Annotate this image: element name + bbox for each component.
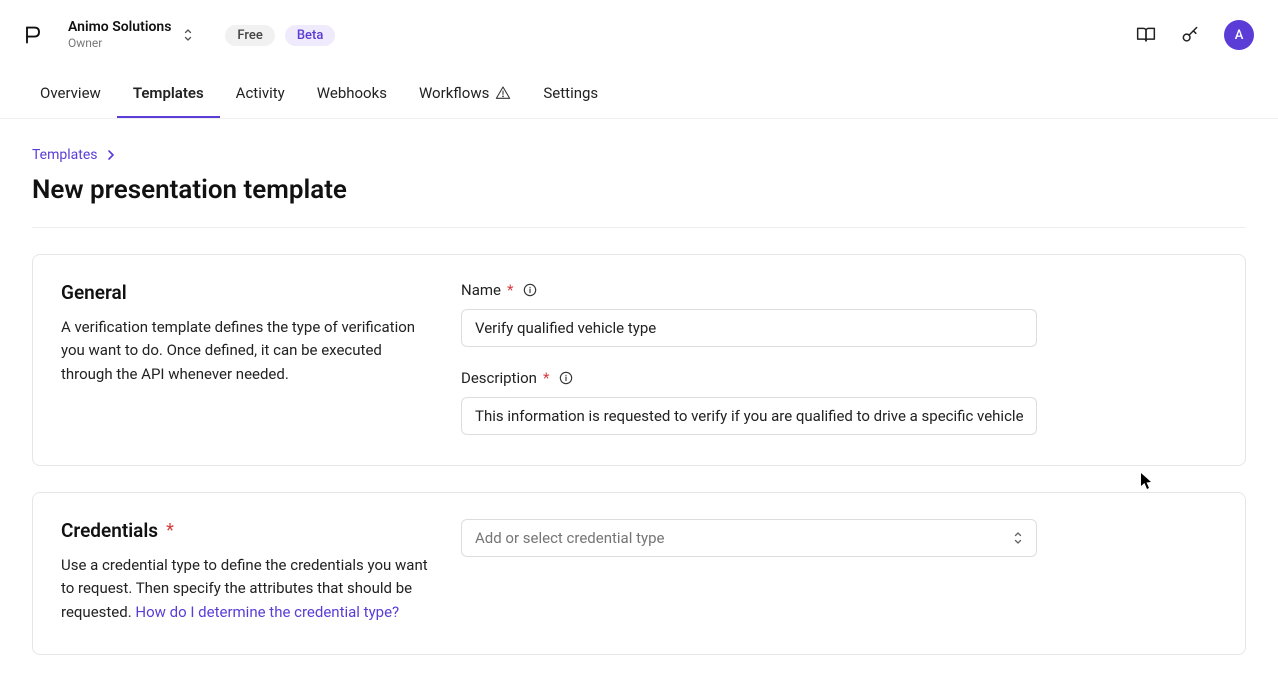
content: Templates New presentation template Gene…	[0, 119, 1278, 655]
app-header: Animo Solutions Owner Free Beta	[0, 0, 1278, 56]
general-description: A verification template defines the type…	[61, 316, 429, 386]
org-text: Animo Solutions Owner	[68, 19, 171, 50]
docs-icon[interactable]	[1136, 25, 1156, 45]
page-title: New presentation template	[32, 175, 1246, 205]
description-label: Description	[461, 369, 537, 387]
credentials-help-link[interactable]: How do I determine the credential type?	[135, 603, 399, 621]
main-nav: Overview Templates Activity Webhooks Wor…	[0, 70, 1278, 119]
name-label-row: Name *	[461, 281, 1037, 299]
description-input[interactable]	[461, 397, 1037, 435]
required-marker: *	[166, 520, 174, 541]
tab-label: Activity	[236, 84, 285, 102]
tab-templates[interactable]: Templates	[117, 70, 220, 118]
warning-icon	[495, 85, 511, 101]
credential-type-select-wrap	[461, 519, 1037, 557]
credentials-card-right	[461, 519, 1037, 624]
credentials-card-left: Credentials * Use a credential type to d…	[61, 519, 429, 624]
general-card-right: Name * Description *	[461, 281, 1037, 435]
tab-activity[interactable]: Activity	[220, 70, 301, 118]
tab-workflows[interactable]: Workflows	[403, 70, 527, 118]
credential-type-select[interactable]	[461, 519, 1037, 557]
breadcrumb-templates-link[interactable]: Templates	[32, 147, 98, 163]
required-marker: *	[507, 281, 513, 299]
general-card-left: General A verification template defines …	[61, 281, 429, 435]
tab-label: Templates	[133, 84, 204, 102]
credentials-card: Credentials * Use a credential type to d…	[32, 492, 1246, 655]
name-form-group: Name *	[461, 281, 1037, 347]
chevron-up-down-icon	[181, 26, 195, 44]
org-switcher[interactable]: Animo Solutions Owner	[68, 19, 195, 50]
plan-badge-beta: Beta	[285, 25, 336, 46]
tab-overview[interactable]: Overview	[24, 70, 117, 118]
tab-label: Workflows	[419, 84, 489, 102]
breadcrumb: Templates	[32, 147, 1246, 163]
description-form-group: Description *	[461, 369, 1037, 435]
general-card: General A verification template defines …	[32, 254, 1246, 466]
tab-settings[interactable]: Settings	[527, 70, 614, 118]
header-right: A	[1136, 20, 1254, 50]
tab-label: Webhooks	[317, 84, 387, 102]
name-input[interactable]	[461, 309, 1037, 347]
description-label-row: Description *	[461, 369, 1037, 387]
divider	[32, 227, 1246, 228]
org-role: Owner	[68, 36, 171, 50]
org-name: Animo Solutions	[68, 19, 171, 36]
plan-badges: Free Beta	[225, 25, 335, 46]
avatar[interactable]: A	[1224, 20, 1254, 50]
header-left: Animo Solutions Owner Free Beta	[24, 19, 335, 50]
tab-label: Settings	[543, 84, 598, 102]
info-icon[interactable]	[559, 371, 573, 385]
tab-label: Overview	[40, 84, 101, 102]
required-marker: *	[543, 369, 549, 387]
api-key-icon[interactable]	[1180, 25, 1200, 45]
logo-icon	[24, 23, 44, 47]
chevron-right-icon	[106, 150, 116, 160]
credentials-heading: Credentials *	[61, 519, 429, 542]
name-label: Name	[461, 281, 501, 299]
tab-webhooks[interactable]: Webhooks	[301, 70, 403, 118]
credentials-description: Use a credential type to define the cred…	[61, 554, 429, 624]
info-icon[interactable]	[523, 283, 537, 297]
plan-badge-free: Free	[225, 25, 274, 46]
general-heading: General	[61, 281, 429, 304]
credentials-heading-text: Credentials	[61, 519, 158, 542]
avatar-letter: A	[1235, 28, 1244, 43]
